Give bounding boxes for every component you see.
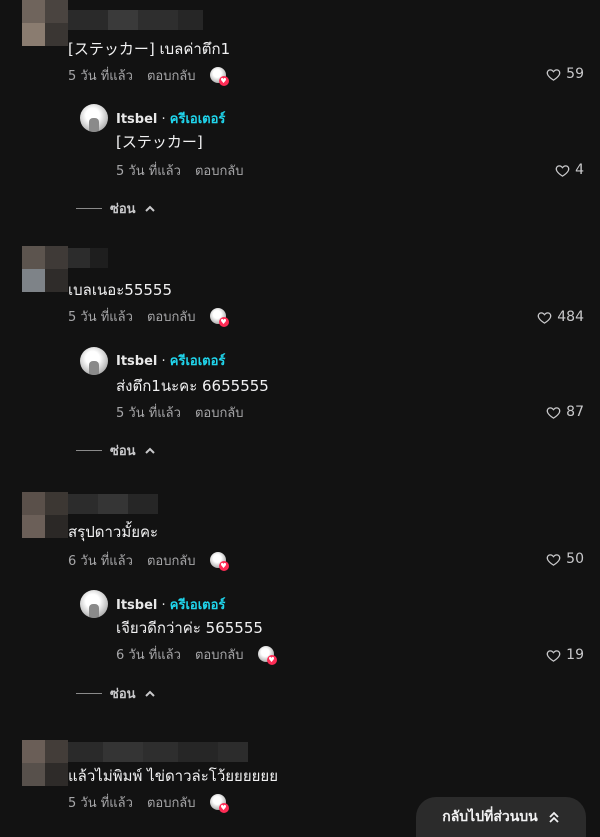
creator-username[interactable]: Itsbel <box>116 598 157 613</box>
creator-badge: ครีเอเตอร์ <box>169 598 226 613</box>
creator-badge: ครีเอเตอร์ <box>169 112 226 127</box>
like-button[interactable]: 19 <box>546 647 584 663</box>
creator-avatar[interactable] <box>80 347 108 375</box>
username[interactable] <box>68 494 158 514</box>
divider-line <box>76 208 102 209</box>
creator-avatar[interactable] <box>80 590 108 618</box>
chevron-up-icon <box>144 205 155 212</box>
chevron-up-icon <box>144 690 155 697</box>
comment-time: 6 วัน ที่แล้ว <box>68 554 133 569</box>
reply-meta: 6 วัน ที่แล้ว ตอบกลับ ♥ <box>116 644 277 665</box>
reply-text: ส่งตึก1นะคะ 6655555 <box>116 377 269 395</box>
avatar[interactable] <box>22 740 68 786</box>
heart-outline-icon <box>546 553 561 566</box>
reply-time: 6 วัน ที่แล้ว <box>116 648 181 663</box>
avatar[interactable] <box>22 0 68 46</box>
comment-time: 5 วัน ที่แล้ว <box>68 796 133 811</box>
like-count: 19 <box>566 647 584 663</box>
avatar[interactable] <box>22 492 68 538</box>
heart-outline-icon <box>537 311 552 324</box>
username[interactable] <box>68 248 108 268</box>
comment-time: 5 วัน ที่แล้ว <box>68 310 133 325</box>
heart-outline-icon <box>546 649 561 662</box>
creator-avatar[interactable] <box>80 104 108 132</box>
back-to-top-label: กลับไปที่ส่วนบน <box>442 809 538 825</box>
reply-button[interactable]: ตอบกลับ <box>195 402 244 423</box>
creator-badge: ครีเอเตอร์ <box>169 354 226 369</box>
reply-header: Itsbel · ครีเอเตอร์ <box>116 598 226 613</box>
creator-liked-icon: ♥ <box>257 645 277 665</box>
heart-outline-icon <box>546 406 561 419</box>
hide-replies-button[interactable]: ซ่อน <box>76 683 156 704</box>
reply-time: 5 วัน ที่แล้ว <box>116 164 181 179</box>
like-button[interactable]: 4 <box>555 162 584 178</box>
comment-text: เบลเนอะ55555 <box>68 281 173 299</box>
reply-header: Itsbel · ครีเอเตอร์ <box>116 354 226 369</box>
like-count: 87 <box>566 404 584 420</box>
username[interactable] <box>68 10 203 30</box>
creator-username[interactable]: Itsbel <box>116 112 157 127</box>
reply-header: Itsbel · ครีเอเตอร์ <box>116 112 226 127</box>
reply-button[interactable]: ตอบกลับ <box>195 160 244 181</box>
like-count: 4 <box>575 162 584 178</box>
reply-button[interactable]: ตอบกลับ <box>195 644 244 665</box>
like-button[interactable]: 87 <box>546 404 584 420</box>
comment-text: แล้วไม่พิมพ์ ไข่ดาวล่ะโว้ยยยยยย <box>68 767 278 785</box>
comment-text: [ステッカー] เบลค่าตึก1 <box>68 40 231 58</box>
creator-liked-icon: ♥ <box>209 66 229 86</box>
hide-label: ซ่อน <box>110 687 136 702</box>
reply-text: เจียวดีกว่าค่ะ 565555 <box>116 619 263 637</box>
chevron-up-icon <box>144 447 155 454</box>
like-count: 484 <box>557 309 584 325</box>
heart-outline-icon <box>546 68 561 81</box>
like-button[interactable]: 50 <box>546 551 584 567</box>
avatar[interactable] <box>22 246 68 292</box>
hide-label: ซ่อน <box>110 202 136 217</box>
creator-liked-icon: ♥ <box>209 307 229 327</box>
reply-button[interactable]: ตอบกลับ <box>147 65 196 86</box>
creator-username[interactable]: Itsbel <box>116 354 157 369</box>
username[interactable] <box>68 742 248 762</box>
comment-time: 5 วัน ที่แล้ว <box>68 69 133 84</box>
double-chevron-up-icon <box>549 811 559 823</box>
divider-line <box>76 693 102 694</box>
like-count: 50 <box>566 551 584 567</box>
reply-meta: 5 วัน ที่แล้ว ตอบกลับ <box>116 160 244 181</box>
divider-line <box>76 450 102 451</box>
creator-liked-icon: ♥ <box>209 551 229 571</box>
reply-text: [ステッカー] <box>116 133 203 151</box>
comment-meta: 5 วัน ที่แล้ว ตอบกลับ ♥ <box>68 306 229 327</box>
reply-button[interactable]: ตอบกลับ <box>147 792 196 813</box>
comment-meta: 5 วัน ที่แล้ว ตอบกลับ ♥ <box>68 65 229 86</box>
like-button[interactable]: 59 <box>546 66 584 82</box>
reply-button[interactable]: ตอบกลับ <box>147 550 196 571</box>
creator-liked-icon: ♥ <box>209 793 229 813</box>
comment-meta: 6 วัน ที่แล้ว ตอบกลับ ♥ <box>68 550 229 571</box>
comment-meta: 5 วัน ที่แล้ว ตอบกลับ ♥ <box>68 792 229 813</box>
reply-button[interactable]: ตอบกลับ <box>147 306 196 327</box>
comment-text: สรุปดาวมั้ยคะ <box>68 523 159 541</box>
hide-label: ซ่อน <box>110 444 136 459</box>
hide-replies-button[interactable]: ซ่อน <box>76 198 156 219</box>
reply-time: 5 วัน ที่แล้ว <box>116 406 181 421</box>
hide-replies-button[interactable]: ซ่อน <box>76 440 156 461</box>
heart-outline-icon <box>555 164 570 177</box>
back-to-top-button[interactable]: กลับไปที่ส่วนบน <box>416 797 586 837</box>
like-button[interactable]: 484 <box>537 309 584 325</box>
like-count: 59 <box>566 66 584 82</box>
reply-meta: 5 วัน ที่แล้ว ตอบกลับ <box>116 402 244 423</box>
